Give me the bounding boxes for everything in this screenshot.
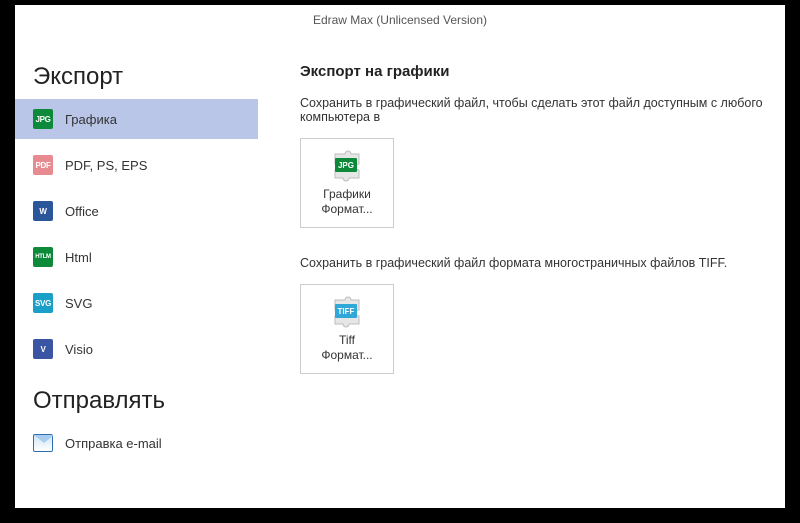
sidebar-item-label: Графика: [65, 112, 117, 127]
visio-icon: V: [33, 339, 53, 359]
app-window: Edraw Max (Unlicensed Version) Экспорт J…: [15, 5, 785, 508]
jpg-icon: JPG: [33, 109, 53, 129]
export-tile-tiff[interactable]: TIFF Tiff Формат...: [300, 284, 394, 374]
sidebar-item-label: Html: [65, 250, 92, 265]
sidebar: Экспорт JPG Графика PDF PDF, PS, EPS W O…: [15, 35, 258, 508]
sidebar-item-send-email[interactable]: Отправка e-mail: [15, 423, 258, 463]
sidebar-item-html[interactable]: HTLM Html: [15, 237, 258, 277]
tile-label: Tiff Формат...: [321, 333, 372, 363]
jpg-puzzle-icon: JPG: [330, 149, 364, 183]
send-section-title: Отправлять: [15, 387, 258, 423]
content-pane: Экспорт на графики Сохранить в графическ…: [258, 35, 785, 508]
html-icon: HTLM: [33, 247, 53, 267]
sidebar-item-pdf[interactable]: PDF PDF, PS, EPS: [15, 145, 258, 185]
content-title: Экспорт на графики: [300, 63, 785, 80]
tiff-puzzle-icon: TIFF: [330, 295, 364, 329]
sidebar-item-label: Office: [65, 204, 99, 219]
sidebar-item-graphics[interactable]: JPG Графика: [15, 99, 258, 139]
sidebar-item-label: Отправка e-mail: [65, 436, 162, 451]
sidebar-item-svg[interactable]: SVG SVG: [15, 283, 258, 323]
svg-icon: SVG: [33, 293, 53, 313]
sidebar-item-label: Visio: [65, 342, 93, 357]
sidebar-item-label: SVG: [65, 296, 92, 311]
export-section-title: Экспорт: [15, 63, 258, 99]
titlebar: Edraw Max (Unlicensed Version): [15, 5, 785, 35]
word-icon: W: [33, 201, 53, 221]
pdf-icon: PDF: [33, 155, 53, 175]
export-tile-jpg[interactable]: JPG Графики Формат...: [300, 138, 394, 228]
email-icon: [33, 433, 53, 453]
app-body: Экспорт JPG Графика PDF PDF, PS, EPS W O…: [15, 35, 785, 508]
sidebar-item-visio[interactable]: V Visio: [15, 329, 258, 369]
content-desc-2: Сохранить в графический файл формата мно…: [300, 256, 785, 270]
tile-label: Графики Формат...: [321, 187, 372, 217]
sidebar-item-label: PDF, PS, EPS: [65, 158, 147, 173]
sidebar-item-office[interactable]: W Office: [15, 191, 258, 231]
content-desc-1: Сохранить в графический файл, чтобы сдел…: [300, 96, 785, 124]
